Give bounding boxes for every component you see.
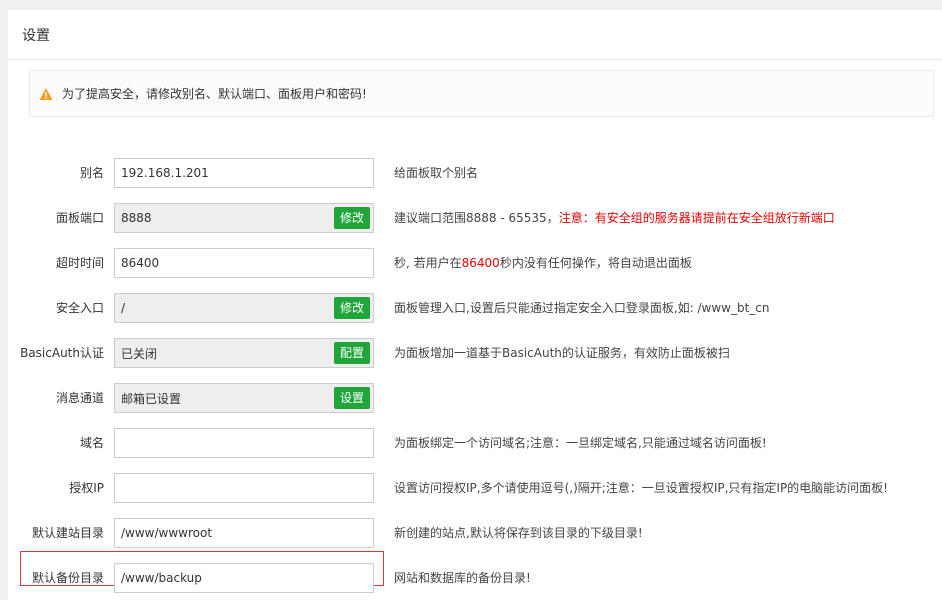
alias-label: 别名 — [79, 166, 104, 180]
domain-hint: 为面板绑定一个访问域名;注意：一旦绑定域名,只能通过域名访问面板! — [394, 436, 767, 450]
default-site-dir-label: 默认建站目录 — [31, 526, 104, 540]
authorized-ip-hint: 设置访问授权IP,多个请使用逗号(,)隔开;注意：一旦设置授权IP,只有指定IP… — [394, 481, 888, 495]
row-alias: 别名 给面板取个别名 — [0, 158, 934, 188]
message-channel-label: 消息通道 — [55, 391, 104, 405]
setup-message-channel-button[interactable]: 设置 — [334, 387, 371, 409]
row-default-site-dir: 默认建站目录 新创建的站点,默认将保存到该目录的下级目录! — [0, 518, 934, 548]
default-backup-dir-hint: 网站和数据库的备份目录! — [394, 571, 531, 585]
alias-hint: 给面板取个别名 — [394, 166, 479, 180]
modify-entry-button[interactable]: 修改 — [334, 297, 371, 319]
security-entry-hint: 面板管理入口,设置后只能通过指定安全入口登录面板,如: /www_bt_cn — [394, 301, 770, 315]
panel-port-hint-text: 建议端口范围8888 - 65535， — [394, 211, 559, 225]
timeout-hint-pre: 秒, 若用户在 — [394, 256, 462, 270]
default-site-dir-input[interactable] — [114, 518, 374, 548]
security-warning: 为了提高安全，请修改别名、默认端口、面板用户和密码! — [29, 70, 934, 117]
row-message-channel: 消息通道 设置 — [0, 383, 934, 413]
row-timeout: 超时时间 秒, 若用户在86400秒内没有任何操作，将自动退出面板 — [0, 248, 934, 278]
basic-auth-label: BasicAuth认证 — [20, 346, 104, 360]
panel-port-label: 面板端口 — [55, 211, 104, 225]
configure-basic-auth-button[interactable]: 配置 — [334, 342, 371, 364]
domain-input[interactable] — [114, 428, 374, 458]
page-title: 设置 — [8, 10, 942, 60]
default-backup-dir-label: 默认备份目录 — [31, 571, 104, 585]
modify-port-button[interactable]: 修改 — [334, 207, 371, 229]
authorized-ip-label: 授权IP — [69, 481, 104, 495]
default-site-dir-hint: 新创建的站点,默认将保存到该目录的下级目录! — [394, 526, 643, 540]
row-panel-port: 面板端口 修改 建议端口范围8888 - 65535，注意：有安全组的服务器请提… — [0, 203, 934, 233]
timeout-input[interactable] — [114, 248, 374, 278]
row-domain: 域名 为面板绑定一个访问域名;注意：一旦绑定域名,只能通过域名访问面板! — [0, 428, 934, 458]
warning-text: 为了提高安全，请修改别名、默认端口、面板用户和密码! — [62, 87, 367, 101]
row-authorized-ip: 授权IP 设置访问授权IP,多个请使用逗号(,)隔开;注意：一旦设置授权IP,只… — [0, 473, 934, 503]
timeout-hint-post: 秒内没有任何操作，将自动退出面板 — [499, 256, 692, 270]
warning-icon — [39, 87, 53, 100]
security-entry-label: 安全入口 — [55, 301, 104, 315]
timeout-hint: 秒, 若用户在86400秒内没有任何操作，将自动退出面板 — [394, 248, 692, 278]
panel-port-hint: 建议端口范围8888 - 65535，注意：有安全组的服务器请提前在安全组放行新… — [394, 203, 835, 233]
domain-label: 域名 — [79, 436, 104, 450]
basic-auth-hint: 为面板增加一道基于BasicAuth的认证服务，有效防止面板被扫 — [394, 346, 730, 360]
timeout-label: 超时时间 — [55, 256, 104, 270]
timeout-hint-value: 86400 — [461, 256, 500, 270]
panel-port-hint-alert: 注意：有安全组的服务器请提前在安全组放行新端口 — [558, 211, 835, 225]
row-basic-auth: BasicAuth认证 配置 为面板增加一道基于BasicAuth的认证服务，有… — [0, 338, 934, 368]
row-security-entry: 安全入口 修改 面板管理入口,设置后只能通过指定安全入口登录面板,如: /www… — [0, 293, 934, 323]
row-default-backup-dir: 默认备份目录 网站和数据库的备份目录! — [0, 563, 934, 593]
alias-input[interactable] — [114, 158, 374, 188]
default-backup-dir-input[interactable] — [114, 563, 374, 593]
authorized-ip-input[interactable] — [114, 473, 374, 503]
